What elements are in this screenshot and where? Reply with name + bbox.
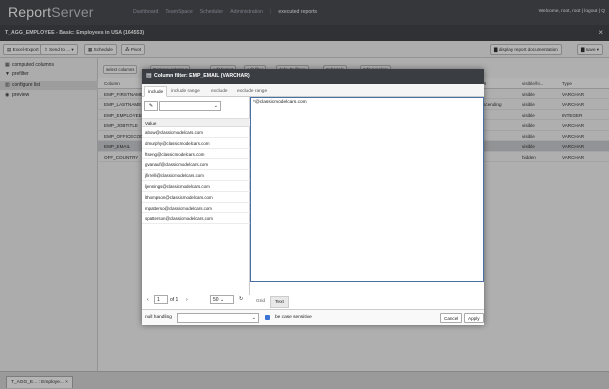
tab-include[interactable]: include	[144, 86, 168, 97]
tab-exclude-range[interactable]: exclude range	[234, 86, 270, 97]
tab-include-range[interactable]: include range	[168, 86, 203, 97]
chevron-down-icon: ⌄	[251, 315, 256, 321]
values-list: abow@classicmodelcars.com dmurphy@classi…	[142, 127, 250, 225]
chevron-down-icon: ⌄	[213, 103, 218, 109]
column-filter-dialog: ▤ Column filter: EMP_EMAIL (VARCHAR) inc…	[142, 69, 484, 325]
cancel-button[interactable]: Cancel	[440, 313, 463, 323]
dialog-title: Column filter: EMP_EMAIL (VARCHAR)	[154, 73, 250, 79]
list-item[interactable]: ljennings@classicmodelcars.com	[142, 181, 250, 192]
tab-exclude[interactable]: exclude	[208, 86, 231, 97]
list-item[interactable]: abow@classicmodelcars.com	[142, 127, 250, 138]
dialog-header: ▤ Column filter: EMP_EMAIL (VARCHAR)	[142, 69, 484, 84]
list-item[interactable]: dmurphy@classicmodelcars.com	[142, 138, 250, 149]
case-sensitive-checkbox[interactable]	[265, 315, 270, 320]
prev-page-icon[interactable]: ‹	[147, 297, 149, 303]
refresh-icon[interactable]: ↻	[239, 296, 243, 302]
list-item[interactable]: ftseng@classicmodelcars.com	[142, 149, 250, 160]
list-item[interactable]: jfirrelli@classicmodelcars.com	[142, 170, 250, 181]
page-size-select[interactable]: 50 ⌄	[210, 295, 234, 304]
tab-text[interactable]: Text	[270, 296, 289, 308]
value-column-header: Value	[142, 118, 250, 127]
list-item[interactable]: lthompson@classicmodelcars.com	[142, 192, 250, 203]
tab-grid[interactable]: Grid	[252, 296, 269, 308]
page-count: of 1	[170, 297, 179, 303]
values-pane: ✎ ⌄ Value abow@classicmodelcars.com dmur…	[142, 97, 250, 295]
null-handling-label: null handling	[145, 315, 172, 320]
values-pager: ‹ 1 of 1 › 50 ⌄ ↻	[142, 295, 250, 307]
value-filter-dropdown[interactable]: ⌄	[159, 101, 221, 111]
chevron-down-icon: ⌄	[219, 297, 225, 303]
filter-text-area[interactable]: *@classicmodelcars.com	[250, 97, 484, 282]
next-page-icon[interactable]: ›	[186, 297, 188, 303]
filter-mode-tabs: include include range exclude exclude ra…	[142, 84, 484, 97]
wand-icon[interactable]: ✎	[144, 101, 158, 111]
list-item[interactable]: mpatterso@classicmodelcars.com	[142, 203, 250, 214]
dialog-footer: null handling ⌄ be case sensitive Cancel…	[142, 309, 484, 325]
apply-button[interactable]: Apply	[464, 313, 484, 323]
null-handling-select[interactable]: ⌄	[177, 313, 259, 323]
page-number-input[interactable]: 1	[154, 295, 168, 304]
list-item[interactable]: gvanauf@classicmodelcars.com	[142, 159, 250, 171]
filter-text-value: *@classicmodelcars.com	[253, 100, 307, 105]
list-item[interactable]: spatterson@classicmodelcars.com	[142, 213, 250, 225]
filter-icon: ▤	[146, 73, 152, 79]
case-sensitive-label: be case sensitive	[275, 315, 312, 320]
